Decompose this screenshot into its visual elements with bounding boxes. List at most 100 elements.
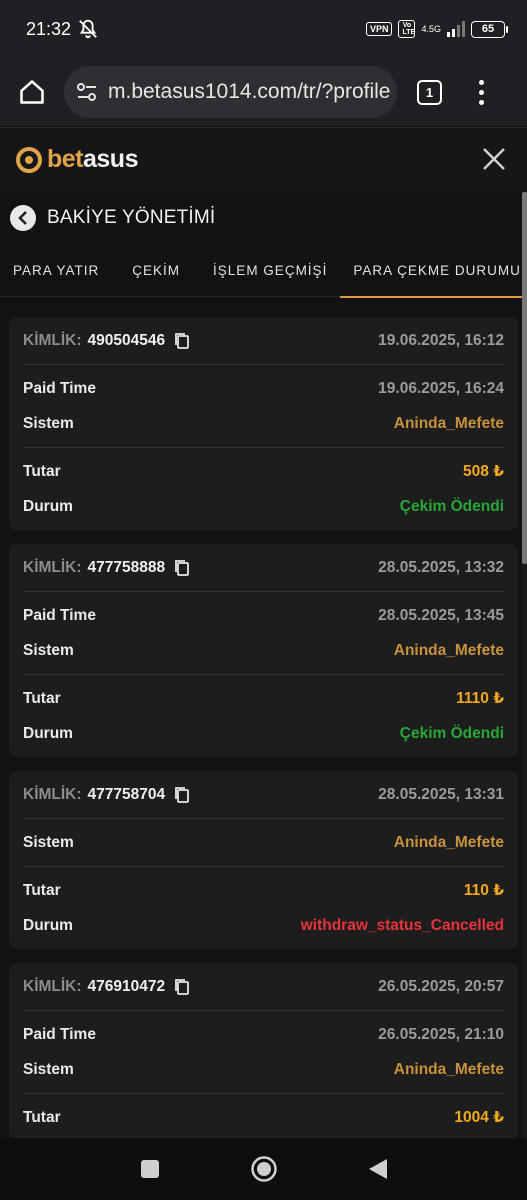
system-label: Sistem (23, 1060, 74, 1078)
created-date: 19.06.2025, 16:12 (378, 331, 504, 349)
back-button[interactable] (10, 205, 36, 231)
withdraw-card: KİMLİK: 477758704 28.05.2025, 13:31 Sist… (9, 771, 518, 949)
close-icon[interactable] (479, 144, 509, 174)
amount-label: Tutar (23, 1108, 61, 1126)
paid-time-value: 26.05.2025, 21:10 (378, 1025, 504, 1043)
system-value: Aninda_Mefete (393, 641, 504, 659)
home-icon (20, 80, 44, 104)
id-label: KİMLİK: (23, 785, 82, 803)
page-title: BAKİYE YÖNETİMİ (47, 207, 216, 228)
home-button[interactable] (0, 58, 64, 126)
card-header: KİMLİK: 477758888 28.05.2025, 13:32 (23, 544, 504, 592)
row-amount: Tutar 1004 ₺ (23, 1100, 504, 1135)
row-amount: Tutar 1110 ₺ (23, 681, 504, 716)
chevron-left-icon (18, 211, 27, 225)
browser-toolbar: m.betasus1014.com/tr/?profile 1 (0, 58, 527, 126)
card-group-info: Paid Time 19.06.2025, 16:24 Sistem Anind… (23, 365, 504, 448)
site-header: betasus (0, 127, 527, 191)
card-header: KİMLİK: 477758704 28.05.2025, 13:31 (23, 771, 504, 819)
status-label: Durum (23, 916, 73, 934)
circle-icon (250, 1156, 277, 1182)
status-value: Çekim Ödendi (399, 497, 504, 515)
system-value: Aninda_Mefete (393, 1060, 504, 1078)
home-nav-button[interactable] (207, 1138, 321, 1200)
tab-withdraw-status[interactable]: PARA ÇEKME DURUMU (340, 244, 527, 298)
tab-switcher-button[interactable]: 1 (417, 79, 442, 105)
card-group-amount: Tutar 1004 ₺ (23, 1094, 504, 1141)
paid-time-value: 28.05.2025, 13:45 (378, 606, 504, 624)
system-label: Sistem (23, 833, 74, 851)
amount-value: 508 ₺ (463, 463, 504, 480)
section-header: BAKİYE YÖNETİMİ (0, 192, 527, 244)
bell-muted-icon (79, 19, 97, 39)
amount-label: Tutar (23, 462, 61, 480)
withdraw-card: KİMLİK: 477758888 28.05.2025, 13:32 Paid… (9, 544, 518, 757)
amount-value: 110 ₺ (463, 882, 504, 899)
status-label: Durum (23, 497, 73, 515)
amount-label: Tutar (23, 689, 61, 707)
address-bar[interactable]: m.betasus1014.com/tr/?profile (64, 66, 397, 118)
id-label: KİMLİK: (23, 558, 82, 576)
paid-time-label: Paid Time (23, 379, 96, 397)
status-value: withdraw_status_Cancelled (300, 916, 504, 934)
card-group-info: Paid Time 26.05.2025, 21:10 Sistem Anind… (23, 1011, 504, 1094)
copy-icon[interactable] (174, 559, 190, 577)
withdraw-card: KİMLİK: 490504546 19.06.2025, 16:12 Paid… (9, 317, 518, 530)
transaction-id: 477758704 (87, 785, 166, 803)
row-system: Sistem Aninda_Mefete (23, 1052, 504, 1087)
created-date: 28.05.2025, 13:32 (378, 558, 504, 576)
card-group-amount: Tutar 110 ₺ Durum withdraw_status_Cancel… (23, 867, 504, 949)
status-value: Çekim Ödendi (399, 724, 504, 742)
tab-withdraw[interactable]: ÇEKİM (132, 244, 180, 297)
url-text[interactable]: m.betasus1014.com/tr/?profile (108, 80, 390, 104)
withdraw-card: KİMLİK: 476910472 26.05.2025, 20:57 Paid… (9, 963, 518, 1141)
signal-icon (447, 21, 465, 37)
browser-menu-button[interactable] (469, 72, 493, 112)
square-icon (140, 1160, 159, 1178)
amount-value: 1004 ₺ (454, 1109, 504, 1126)
logo-mark-icon (16, 146, 42, 173)
tab-transaction-history[interactable]: İŞLEM GEÇMİŞİ (213, 244, 327, 297)
logo-text-asus: asus (83, 145, 138, 173)
transaction-id: 490504546 (87, 331, 166, 349)
copy-icon[interactable] (174, 786, 190, 804)
tab-deposit[interactable]: PARA YATIR (13, 244, 99, 297)
system-value: Aninda_Mefete (393, 414, 504, 432)
id-label: KİMLİK: (23, 331, 82, 349)
vpn-badge: VPN (365, 22, 393, 36)
card-header: KİMLİK: 476910472 26.05.2025, 20:57 (23, 963, 504, 1011)
system-label: Sistem (23, 414, 74, 432)
card-header: KİMLİK: 490504546 19.06.2025, 16:12 (23, 317, 504, 365)
row-system: Sistem Aninda_Mefete (23, 633, 504, 668)
row-paid-time: Paid Time 28.05.2025, 13:45 (23, 598, 504, 633)
triangle-back-icon (368, 1159, 387, 1179)
paid-time-label: Paid Time (23, 1025, 96, 1043)
created-date: 26.05.2025, 20:57 (378, 977, 504, 995)
site-logo[interactable]: betasus (15, 145, 138, 174)
status-time: 21:32 (26, 18, 72, 39)
amount-label: Tutar (23, 881, 61, 899)
volte-badge: Vo LTE (398, 20, 416, 38)
created-date: 28.05.2025, 13:31 (378, 785, 504, 803)
paid-time-label: Paid Time (23, 606, 96, 624)
row-status: Durum Çekim Ödendi (23, 489, 504, 524)
amount-value: 1110 ₺ (456, 690, 504, 707)
copy-icon[interactable] (174, 978, 190, 996)
battery-indicator: 65 (471, 20, 508, 38)
copy-icon[interactable] (174, 332, 190, 350)
paid-time-value: 19.06.2025, 16:24 (378, 379, 504, 397)
card-group-info: Paid Time 28.05.2025, 13:45 Sistem Anind… (23, 592, 504, 675)
scrollbar-thumb[interactable] (522, 192, 527, 564)
card-group-info: Sistem Aninda_Mefete (23, 819, 504, 867)
row-system: Sistem Aninda_Mefete (23, 406, 504, 441)
back-nav-button[interactable] (321, 1138, 435, 1200)
recents-button[interactable] (93, 1138, 207, 1200)
network-type: 4.5G (421, 23, 441, 34)
row-status: Durum Çekim Ödendi (23, 716, 504, 751)
row-amount: Tutar 110 ₺ (23, 873, 504, 908)
status-label: Durum (23, 724, 73, 742)
status-bar: 21:32 VPN Vo LTE 4.5G 65 (0, 0, 527, 58)
system-label: Sistem (23, 641, 74, 659)
row-amount: Tutar 508 ₺ (23, 454, 504, 489)
site-settings-icon[interactable] (76, 82, 98, 102)
